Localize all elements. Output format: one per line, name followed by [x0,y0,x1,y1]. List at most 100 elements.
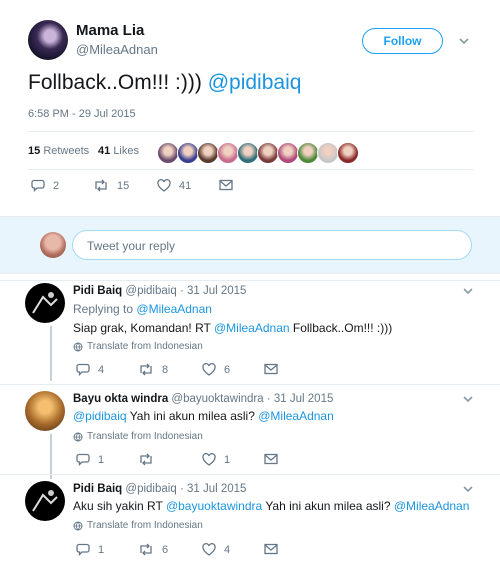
translate-link[interactable]: Translate from Indonesian [73,520,203,531]
retweet-icon [138,453,154,466]
like-action[interactable]: 6 [202,363,230,376]
liker-avatar[interactable] [217,142,239,164]
mention-link[interactable]: @MileaAdnan [258,409,334,423]
reply-text: Aku sih yakin RT @bayuoktawindra Yah ini… [73,499,469,513]
retweets-stat[interactable]: 15 Retweets [28,145,89,157]
mention-link[interactable]: @pidibaiq [73,409,127,423]
author-name[interactable]: Mama Lia [76,22,144,39]
reply-text: @pidibaiq Yah ini akun milea asli? @Mile… [73,409,334,423]
liker-avatar[interactable] [197,142,219,164]
reply-action[interactable]: 2 [31,179,59,192]
tweet-text-main: Follback..Om!!! :))) [28,71,202,94]
retweet-action[interactable]: 8 [138,363,168,376]
liker-avatar[interactable] [277,142,299,164]
mention-link[interactable]: @MileaAdnan [214,321,290,335]
likes-stat[interactable]: 41 Likes [98,145,139,157]
reply-author-handle[interactable]: @bayuoktawindra [171,393,263,405]
like-action[interactable]: 41 [157,179,191,192]
reply-dot: · [179,285,184,297]
direct-message-action[interactable] [264,453,278,465]
reply-author-name[interactable]: Bayu okta windra [73,393,168,405]
retweet-action[interactable]: 6 [138,543,168,556]
envelope-icon [264,363,278,375]
heart-icon [157,179,171,192]
liker-avatar[interactable] [257,142,279,164]
liker-avatar[interactable] [157,142,179,164]
reply-date[interactable]: 31 Jul 2015 [187,483,246,495]
reply-count: 1 [98,453,105,466]
liker-avatar[interactable] [337,142,359,164]
retweet-icon [138,363,154,376]
chevron-down-icon[interactable] [458,35,472,49]
chevron-down-icon[interactable] [462,285,476,299]
author-avatar[interactable] [28,20,68,60]
retweet-count: 6 [162,543,169,556]
retweet-icon [138,543,154,556]
envelope-icon [264,543,278,555]
reply-count: 1 [98,543,105,556]
reply-author-handle[interactable]: @pidibaiq [125,285,176,297]
reply-input[interactable]: Tweet your reply [72,230,472,260]
reply-dot: · [179,483,184,495]
reply-avatar[interactable] [25,481,65,521]
author-handle[interactable]: @MileaAdnan [76,42,158,57]
retweets-count: 15 [28,145,41,157]
translate-label: Translate from Indonesian [87,431,203,442]
reply-author-name[interactable]: Pidi Baiq [73,285,122,297]
current-user-avatar [40,232,66,258]
replying-to-label: Replying to [73,302,134,316]
chevron-down-icon[interactable] [462,483,476,497]
reply-input-placeholder: Tweet your reply [87,239,176,253]
tweet-mention-link[interactable]: @pidibaiq [208,71,302,94]
reply-icon [76,363,90,376]
chevron-down-icon[interactable] [462,393,476,407]
likes-label: Likes [113,145,139,157]
like-count: 4 [224,543,231,556]
direct-message-action[interactable] [264,543,278,555]
tweet-timestamp[interactable]: 6:58 PM - 29 Jul 2015 [28,108,136,120]
heart-icon [202,363,216,376]
reply-action[interactable]: 1 [76,453,104,466]
liker-avatar[interactable] [237,142,259,164]
reply-header: Pidi Baiq @pidibaiq · 31 Jul 2015 [73,285,246,297]
envelope-icon [219,179,233,191]
mention-link[interactable]: @bayuoktawindra [166,499,262,513]
direct-message-action[interactable] [219,179,233,191]
reply-action[interactable]: 1 [76,543,104,556]
reply-avatar[interactable] [25,391,65,431]
reply-text-part: Yah ini akun milea asli? [129,409,255,423]
like-action[interactable]: 1 [202,453,230,466]
mention-link[interactable]: @MileaAdnan [394,499,470,513]
retweet-action[interactable]: 15 [93,179,129,192]
tweet-text: Follback..Om!!! :))) @pidibaiq [28,71,301,95]
retweet-count: 15 [117,179,130,192]
reply-text-part: Siap grak, Komandan! RT [73,321,211,335]
reply-author-name[interactable]: Pidi Baiq [73,483,122,495]
translate-link[interactable]: Translate from Indonesian [73,341,203,352]
globe-icon [73,432,83,442]
retweet-action[interactable] [138,453,162,466]
follow-button[interactable]: Follow [362,28,443,54]
replying-to-handle[interactable]: @MileaAdnan [136,302,212,316]
reply-date[interactable]: 31 Jul 2015 [187,285,246,297]
reply-date[interactable]: 31 Jul 2015 [274,393,333,405]
liker-avatar[interactable] [297,142,319,164]
like-count: 6 [224,363,231,376]
direct-message-action[interactable] [264,363,278,375]
reply-icon [31,179,45,192]
reply-header: Pidi Baiq @pidibaiq · 31 Jul 2015 [73,483,246,495]
retweet-count: 8 [162,363,169,376]
liker-avatar[interactable] [177,142,199,164]
heart-icon [202,453,216,466]
reply-text-part: Aku sih yakin RT [73,499,163,513]
reply-action[interactable]: 4 [76,363,104,376]
reply-dot: · [266,393,271,405]
reply-count: 2 [53,179,60,192]
follow-button-label: Follow [383,34,422,48]
reply-author-handle[interactable]: @pidibaiq [125,483,176,495]
translate-link[interactable]: Translate from Indonesian [73,431,203,442]
like-action[interactable]: 4 [202,543,230,556]
reply-text-part: Yah ini akun milea asli? [265,499,391,513]
reply-avatar[interactable] [25,283,65,323]
liker-avatar[interactable] [317,142,339,164]
